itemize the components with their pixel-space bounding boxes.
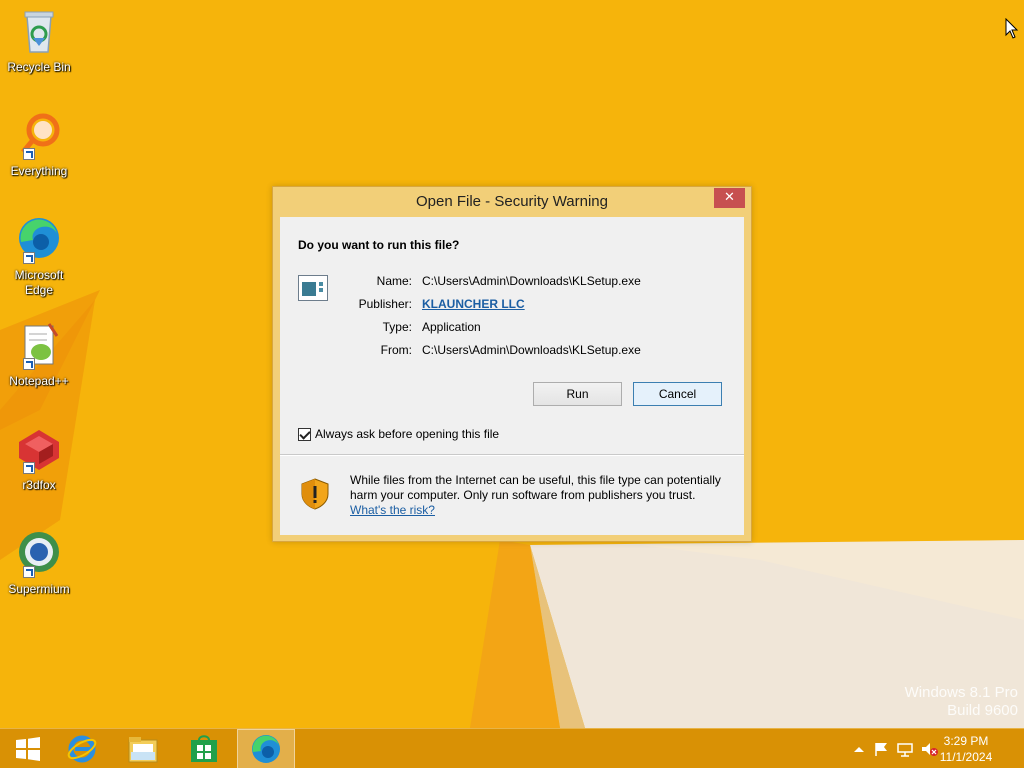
taskbar-store[interactable] [176,729,232,768]
file-explorer-icon [128,737,158,763]
shortcut-arrow-icon [23,148,35,160]
taskbar-file-explorer[interactable] [115,729,171,768]
desktop-icon-label: Supermium [8,582,70,596]
from-label: From: [380,343,412,357]
publisher-link[interactable]: KLAUNCHER LLC [422,296,641,312]
shortcut-arrow-icon [23,462,35,474]
desktop-icon-label: r3dfox [22,478,56,492]
taskbar-edge[interactable] [237,729,295,768]
warning-text: While files from the Internet can be use… [350,473,721,502]
taskbar: 3:29 PM 11/1/2024 [0,728,1024,768]
name-value: C:\Users\Admin\Downloads\KLSetup.exe [422,274,641,288]
desktop-icon-supermium[interactable]: Supermium [4,528,74,597]
desktop-icon-edge[interactable]: Microsoft Edge [4,214,74,298]
desktop-icon-label: Microsoft Edge [14,268,64,297]
start-icon [16,737,40,761]
desktop-icon-recycle-bin[interactable]: Recycle Bin [4,6,74,75]
edge-icon [13,214,65,266]
taskbar-clock[interactable]: 3:29 PM 11/1/2024 [926,733,1006,765]
watermark-line2: Build 9600 [947,702,1018,719]
desktop-icon-label: Recycle Bin [7,60,71,74]
always-ask-row[interactable]: Always ask before opening this file [298,427,499,441]
cancel-button[interactable]: Cancel [633,382,722,406]
desktop-icon-everything[interactable]: Everything [4,110,74,179]
always-ask-checkbox[interactable] [298,427,311,441]
watermark-line1: Windows 8.1 Pro [904,684,1018,701]
r3dfox-icon [13,424,65,476]
divider-highlight [280,455,744,456]
start-button[interactable] [0,729,56,768]
store-icon [191,735,217,762]
file-info-grid: Name: C:\Users\Admin\Downloads\KLSetup.e… [350,273,641,358]
whats-the-risk-link[interactable]: What's the risk? [350,503,435,517]
action-center-flag-icon[interactable] [872,741,890,757]
always-ask-label[interactable]: Always ask before opening this file [315,427,499,441]
dialog-question: Do you want to run this file? [298,238,460,252]
supermium-icon [13,528,65,580]
close-button[interactable]: ✕ [714,188,745,208]
shield-warning-icon [301,478,329,510]
executable-file-icon [298,275,328,301]
type-label: Type: [382,320,412,334]
os-watermark: Windows 8.1 Pro Build 9600 [905,684,1018,720]
shortcut-arrow-icon [23,566,35,578]
name-label: Name: [376,274,412,288]
run-button[interactable]: Run [533,382,622,406]
dialog-title: Open File - Security Warning [415,193,608,210]
clock-time: 3:29 PM [943,734,989,748]
type-value: Application [422,320,481,334]
warning-message: While files from the Internet can be use… [350,473,730,518]
edge-icon [252,735,280,763]
desktop-icon-label: Notepad++ [9,374,69,388]
security-warning-dialog: Open File - Security Warning ✕ Do you wa… [272,186,752,542]
network-icon[interactable] [896,741,914,757]
notepadpp-icon [13,320,65,372]
clock-date: 11/1/2024 [939,750,993,764]
recycle-bin-icon [13,6,65,58]
internet-explorer-icon [67,735,97,763]
desktop-icon-notepadpp[interactable]: Notepad++ [4,320,74,389]
show-hidden-icons[interactable] [850,741,868,757]
from-value: C:\Users\Admin\Downloads\KLSetup.exe [422,343,641,357]
desktop-icon-r3dfox[interactable]: r3dfox [4,424,74,493]
everything-search-icon [13,110,65,162]
shortcut-arrow-icon [23,252,35,264]
mouse-cursor-icon [1005,18,1019,39]
taskbar-internet-explorer[interactable] [54,729,110,768]
publisher-label: Publisher: [358,297,412,311]
dialog-client-area: Do you want to run this file? Name: C:\U… [280,217,744,535]
shortcut-arrow-icon [23,358,35,370]
desktop-icon-label: Everything [10,164,68,178]
